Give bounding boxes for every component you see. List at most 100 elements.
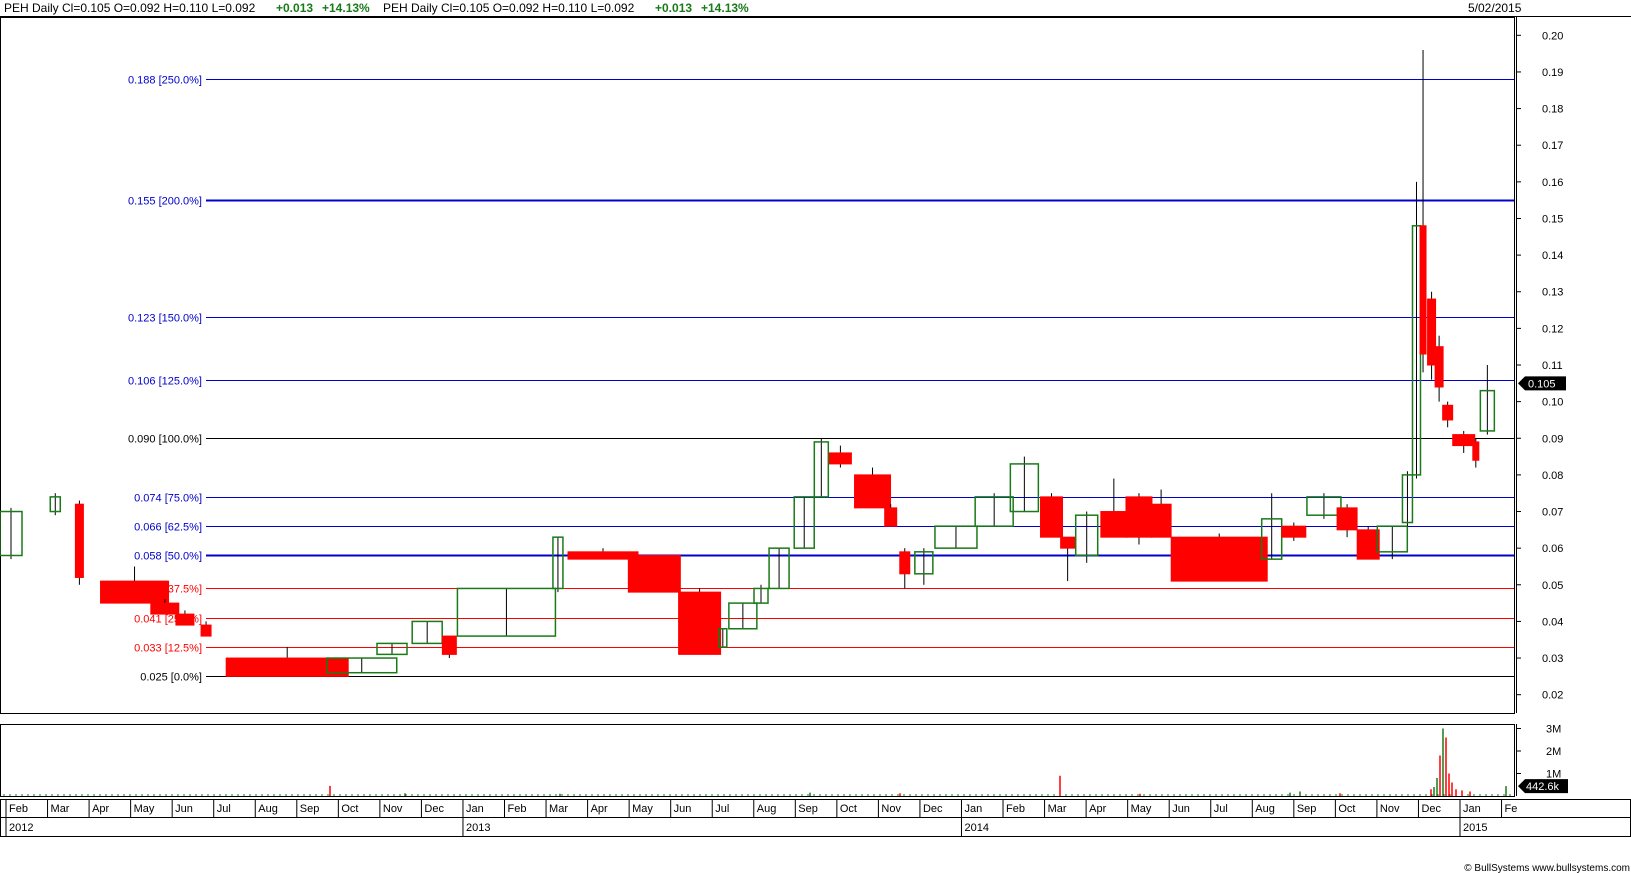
fibonacci-levels: 0.188 [250.0%] 0.155 [200.0%] 0.123 [150.0… (128, 75, 1514, 684)
month-label-26: Apr (1089, 803, 1106, 815)
candle-body-47 (1427, 298, 1437, 366)
candle-body-31 (1040, 496, 1064, 538)
month-label-33: Nov (1380, 803, 1400, 815)
month-label-4: Jun (175, 803, 193, 815)
price-tick-label-11: 0.09 (1542, 433, 1563, 445)
price-series (0, 49, 1496, 677)
candle-body-4 (150, 602, 180, 615)
candle-body-6 (200, 624, 212, 637)
volume-panel: 3M 2M 1M442.6k (3, 724, 1568, 796)
month-label-28: Jun (1172, 803, 1190, 815)
fib-label-5: 0.074 [75.0%] (134, 493, 202, 505)
month-label-11: Jan (466, 803, 484, 815)
candle-body-48 (1434, 346, 1444, 388)
candle-body-5 (175, 613, 195, 626)
month-label-2: Apr (92, 803, 109, 815)
price-tick-label-5: 0.15 (1542, 213, 1563, 225)
fib-label-1: 0.155 [200.0%] (128, 196, 202, 208)
chart-frames (0, 17, 1631, 837)
candle-body-16 (678, 591, 722, 655)
price-tick-label-3: 0.17 (1542, 140, 1563, 152)
fib-label-3: 0.106 [125.0%] (128, 376, 202, 388)
volume-tick-label-0: 3M (1546, 724, 1561, 736)
month-label-24: Feb (1006, 803, 1025, 815)
fib-label-11: 0.025 [0.0%] (140, 672, 202, 684)
month-label-25: Mar (1048, 803, 1067, 815)
month-label-16: Jun (674, 803, 692, 815)
month-label-18: Aug (757, 803, 777, 815)
price-tick-label-7: 0.13 (1542, 287, 1563, 299)
price-tick-label-9: 0.11 (1542, 360, 1563, 372)
month-label-20: Oct (840, 803, 857, 815)
price-axis: 0.20 0.19 0.18 0.17 0.16 0.15 0.14 0.13 0.12 0.11… (1516, 17, 1566, 713)
candle-body-50 (1452, 434, 1476, 447)
candle-body-39 (1281, 525, 1307, 538)
price-tick-label-6: 0.14 (1542, 250, 1563, 262)
chart-canvas: 0.188 [250.0%] 0.155 [200.0%] 0.123 [150.0… (0, 17, 1631, 873)
month-label-17: Jul (715, 803, 729, 815)
price-tick-label-16: 0.04 (1542, 616, 1563, 628)
price-tick-label-2: 0.18 (1542, 104, 1563, 116)
volume-panel-frame (0, 724, 1515, 797)
candle-body-11 (441, 635, 457, 655)
year-label-0: 2012 (9, 822, 33, 834)
candle-body-3 (100, 580, 170, 604)
month-label-5: Jul (217, 803, 231, 815)
month-label-1: Mar (51, 803, 70, 815)
month-label-29: Jul (1214, 803, 1228, 815)
candle-body-25 (884, 507, 898, 527)
fib-label-0: 0.188 [250.0%] (128, 75, 202, 87)
month-label-7: Sep (300, 803, 320, 815)
candle-body-24 (854, 474, 892, 509)
month-label-12: Feb (508, 803, 527, 815)
fib-label-7: 0.058 [50.0%] (134, 551, 202, 563)
month-label-0: Feb (9, 803, 28, 815)
month-label-23: Jan (964, 803, 982, 815)
candle-body-23 (828, 452, 852, 465)
candle-body-49 (1442, 404, 1454, 421)
month-label-3: May (134, 803, 155, 815)
price-tick-label-15: 0.05 (1542, 580, 1563, 592)
candle-body-2 (74, 503, 84, 578)
price-tick-label-1: 0.19 (1542, 67, 1563, 79)
month-label-9: Nov (383, 803, 403, 815)
last-price-label: 0.105 (1528, 378, 1556, 390)
price-tick-label-8: 0.12 (1542, 323, 1563, 335)
footer-credit: © BullSystems www.bullsystems.com (1464, 863, 1630, 873)
month-label-36: Fe (1505, 803, 1518, 815)
month-label-35: Jan (1463, 803, 1481, 815)
year-label-2: 2014 (964, 822, 988, 834)
price-tick-label-18: 0.02 (1542, 690, 1563, 702)
price-tick-label-13: 0.07 (1542, 507, 1563, 519)
volume-last-label: 442.6k (1526, 781, 1560, 793)
candle-body-35 (1125, 496, 1153, 538)
fib-label-4: 0.090 [100.0%] (128, 434, 202, 446)
month-label-30: Aug (1255, 803, 1275, 815)
candle-body-34 (1100, 511, 1128, 538)
month-label-6: Aug (258, 803, 278, 815)
year-label-3: 2015 (1463, 822, 1487, 834)
fib-label-2: 0.123 [150.0%] (128, 313, 202, 325)
fib-label-10: 0.033 [12.5%] (134, 643, 202, 655)
candle-body-32 (1060, 536, 1076, 549)
month-label-22: Dec (923, 803, 943, 815)
price-tick-label-4: 0.16 (1542, 177, 1563, 189)
candle-body-51 (1472, 441, 1480, 461)
month-label-19: Sep (798, 803, 818, 815)
candle-body-15 (627, 554, 681, 593)
month-label-15: May (632, 803, 653, 815)
candle-body-7 (225, 657, 349, 677)
month-label-10: Dec (424, 803, 444, 815)
candle-body-41 (1336, 507, 1358, 531)
volume-tick-label-2: 1M (1546, 769, 1561, 781)
price-tick-label-14: 0.06 (1542, 543, 1563, 555)
price-tick-label-0: 0.20 (1542, 30, 1563, 42)
candle-body-26 (899, 551, 911, 575)
month-label-13: Mar (549, 803, 568, 815)
candle-body-37 (1170, 536, 1268, 582)
month-label-34: Dec (1421, 803, 1441, 815)
candle-body-42 (1356, 529, 1380, 560)
volume-tick-label-1: 2M (1546, 746, 1561, 758)
fib-label-6: 0.066 [62.5%] (134, 522, 202, 534)
candle-body-46 (1419, 225, 1427, 355)
